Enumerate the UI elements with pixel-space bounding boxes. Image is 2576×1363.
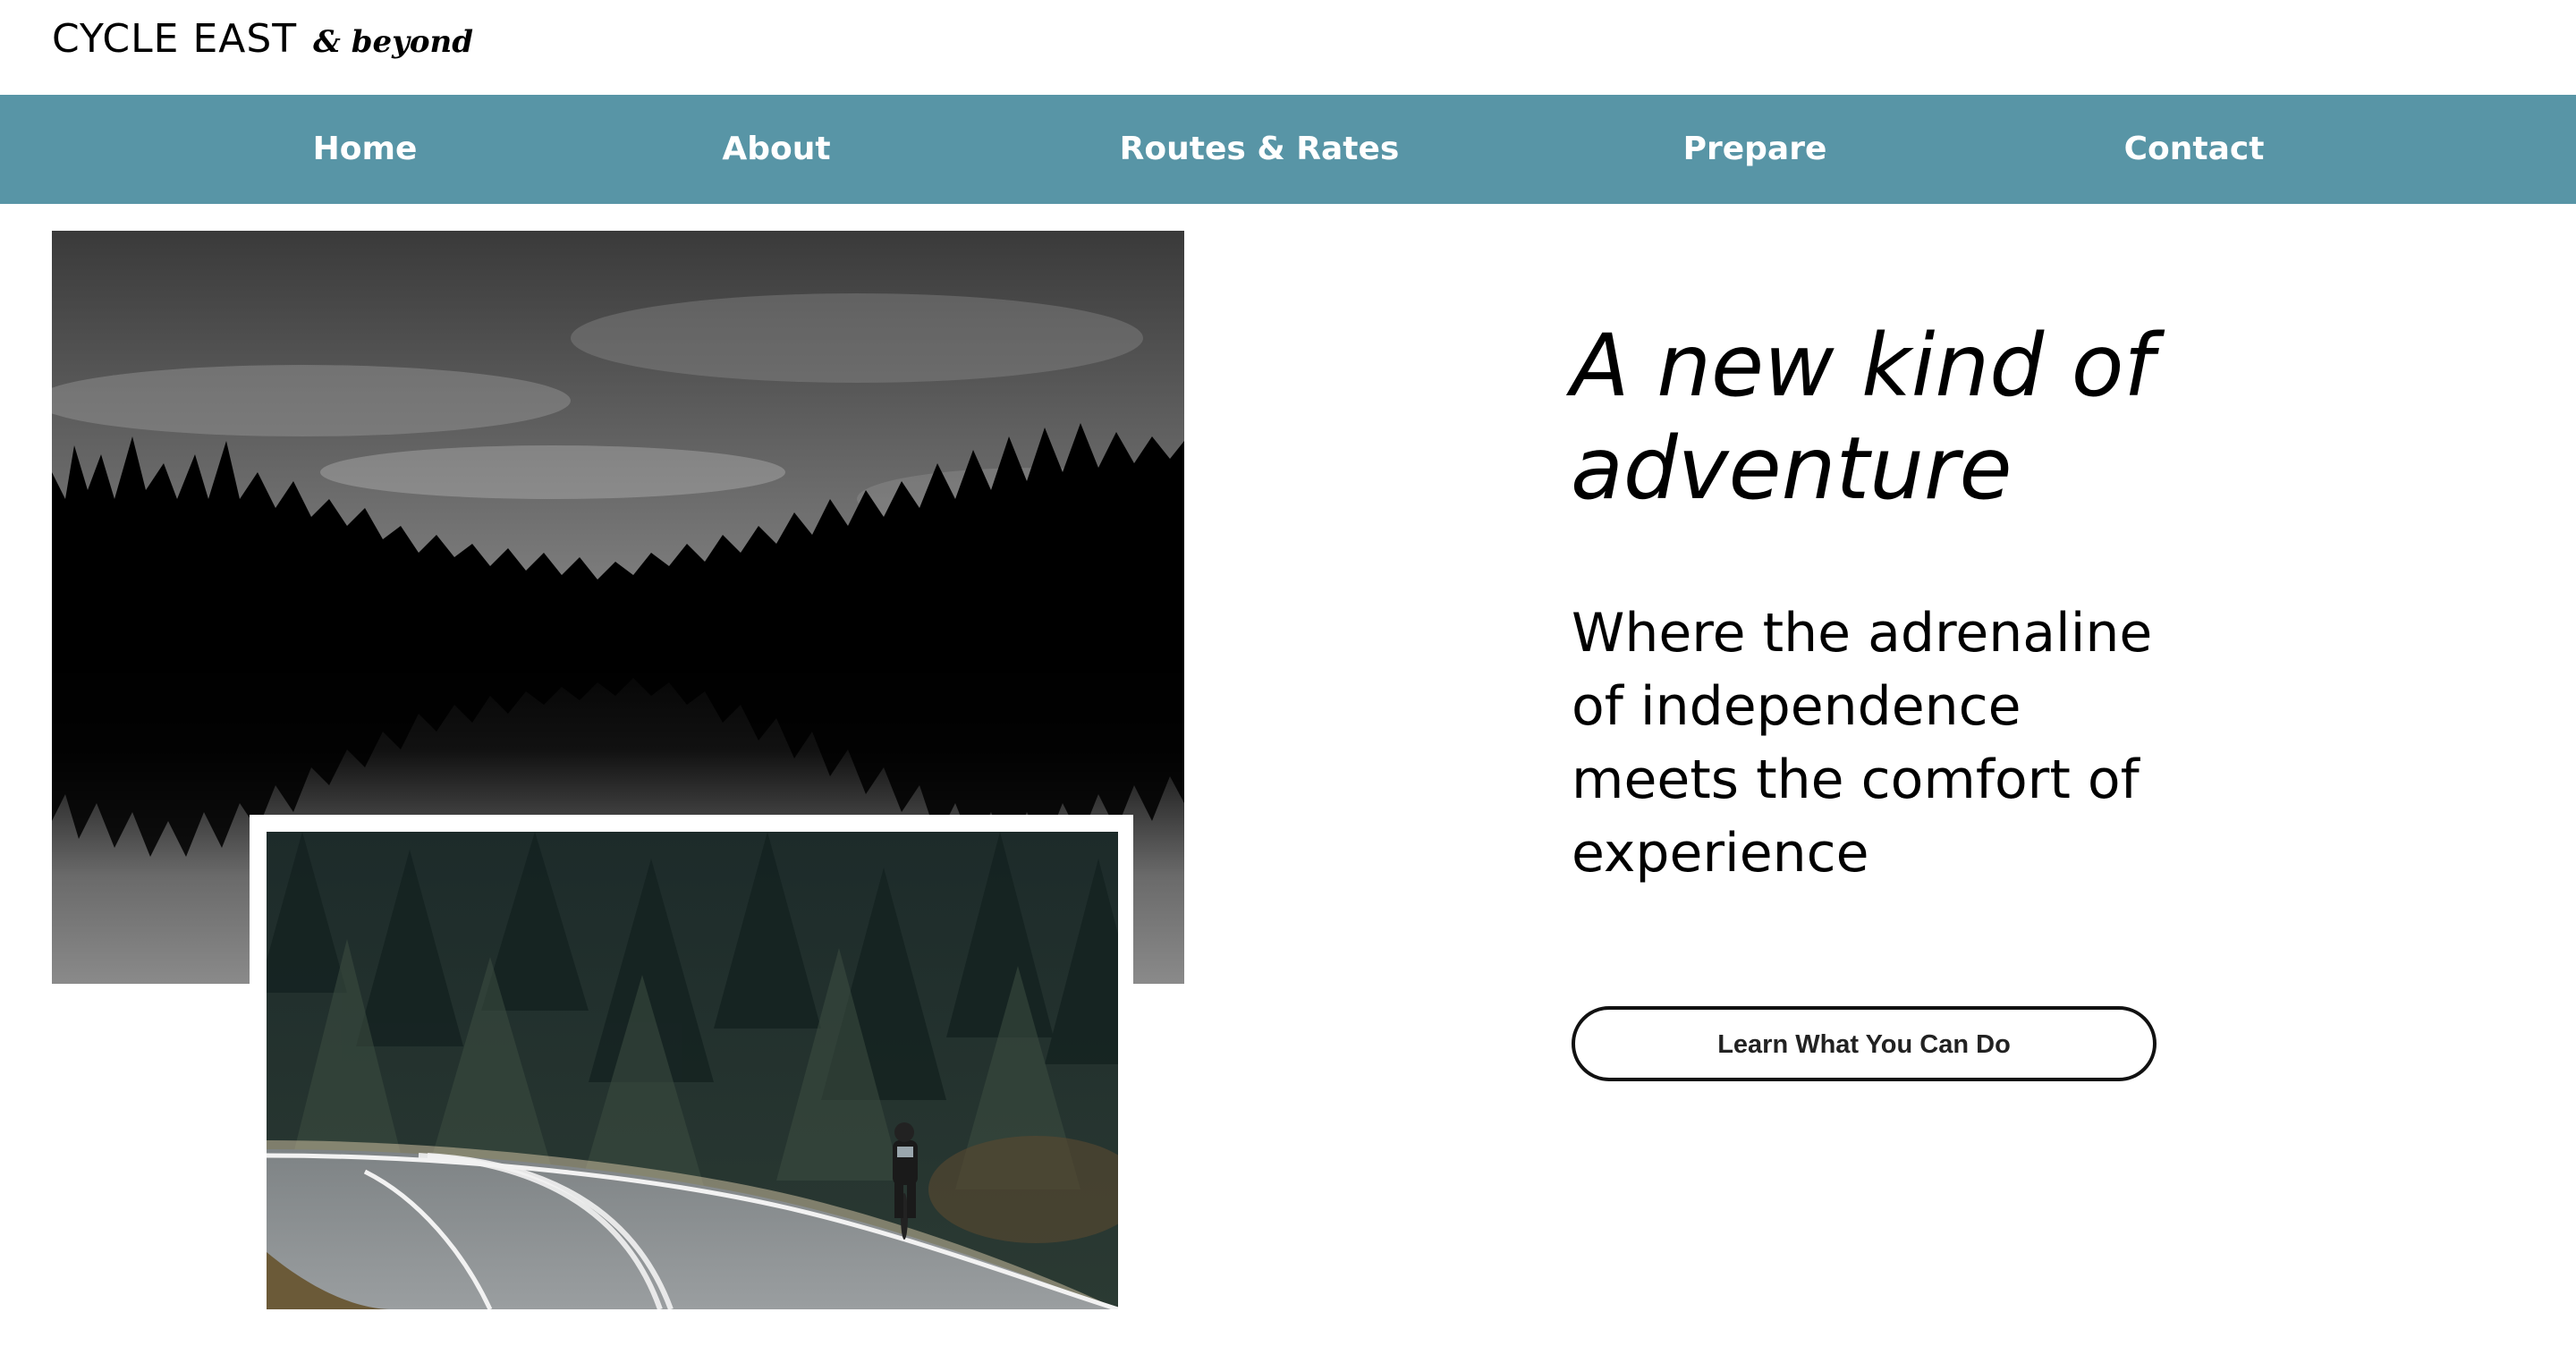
hero-subtitle: Where the adrenaline of independence mee… — [1572, 602, 2153, 885]
site-logo[interactable]: CYCLE EAST & beyond — [52, 16, 473, 70]
logo-tagline: & beyond — [313, 24, 474, 60]
nav-item-routes-rates[interactable]: Routes & Rates — [1120, 95, 1400, 204]
nav-item-contact[interactable]: Contact — [2124, 95, 2265, 204]
cyclist-road-photo — [267, 832, 1118, 1309]
page: CYCLE EAST & beyond Home About Routes & … — [0, 0, 2576, 1363]
nav-item-home[interactable]: Home — [313, 95, 418, 204]
learn-more-button[interactable]: Learn What You Can Do — [1572, 1006, 2157, 1081]
nav-item-prepare[interactable]: Prepare — [1683, 95, 1827, 204]
logo-name: CYCLE EAST — [52, 16, 298, 62]
site-header: CYCLE EAST & beyond — [0, 0, 2576, 95]
nav-item-about[interactable]: About — [722, 95, 830, 204]
hero-title: A new kind of adventure — [1571, 316, 2155, 519]
main-nav: Home About Routes & Rates Prepare Contac… — [0, 95, 2576, 204]
